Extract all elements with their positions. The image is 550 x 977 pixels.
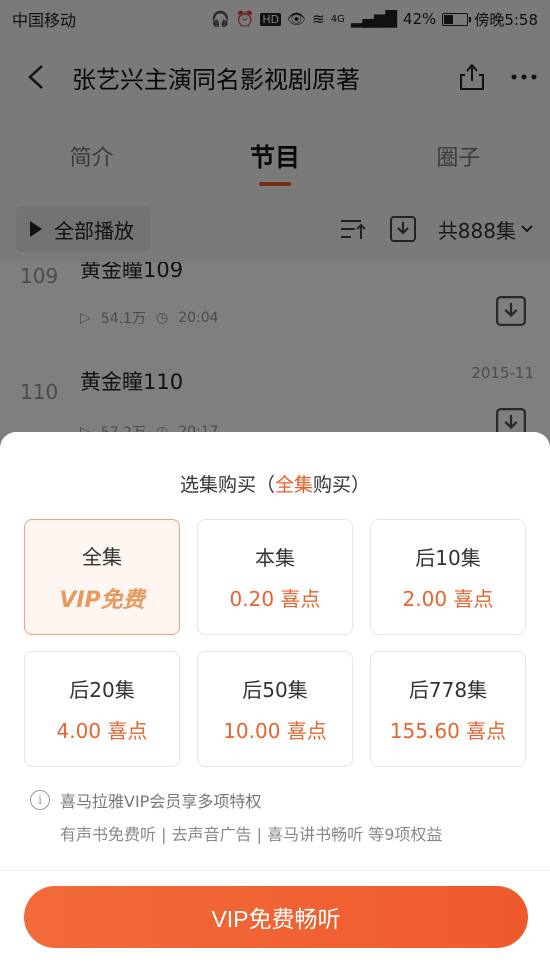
sheet-title: 选集购买（全集购买） [0, 470, 550, 497]
option-label: 后50集 [242, 678, 308, 702]
sheet-title-prefix: 选集购买（ [179, 474, 275, 496]
option-next-50[interactable]: 后50集 10.00 喜点 [197, 651, 353, 767]
divider [0, 870, 550, 871]
option-label: 后20集 [69, 678, 135, 702]
option-price: 155.60 喜点 [389, 719, 507, 743]
option-label: 后10集 [415, 546, 481, 570]
option-next-778[interactable]: 后778集 155.60 喜点 [370, 651, 526, 767]
option-label: 后778集 [408, 678, 488, 702]
sheet-title-highlight: 全集 [274, 474, 313, 496]
option-price: 4.00 喜点 [56, 719, 148, 743]
option-next-10[interactable]: 后10集 2.00 喜点 [370, 519, 526, 635]
sheet-title-suffix: 购买） [313, 474, 371, 496]
option-label: 全集 [82, 544, 122, 569]
purchase-options: 全集 VIP免费 本集 0.20 喜点 后10集 2.00 喜点 后20集 4.… [24, 519, 526, 767]
option-price: 0.20 喜点 [229, 587, 321, 611]
option-this-episode[interactable]: 本集 0.20 喜点 [197, 519, 353, 635]
vip-note[interactable]: i 喜马拉雅VIP会员享多项特权 [30, 788, 261, 812]
option-label: 本集 [255, 546, 295, 570]
option-price: 2.00 喜点 [402, 587, 494, 611]
option-price: VIP免费 [59, 587, 145, 613]
info-icon: i [30, 790, 50, 810]
vip-listen-button[interactable]: VIP免费畅听 [24, 886, 528, 948]
option-next-20[interactable]: 后20集 4.00 喜点 [24, 651, 180, 767]
option-full-series[interactable]: 全集 VIP免费 [24, 519, 180, 635]
option-price: 10.00 喜点 [223, 719, 327, 743]
vip-note-text: 喜马拉雅VIP会员享多项特权 [60, 792, 262, 811]
purchase-sheet: 选集购买（全集购买） 全集 VIP免费 本集 0.20 喜点 后10集 2.00… [0, 432, 550, 977]
vip-benefits: 有声书免费听 | 去声音广告 | 喜马讲书畅听 等9项权益 [60, 825, 443, 844]
